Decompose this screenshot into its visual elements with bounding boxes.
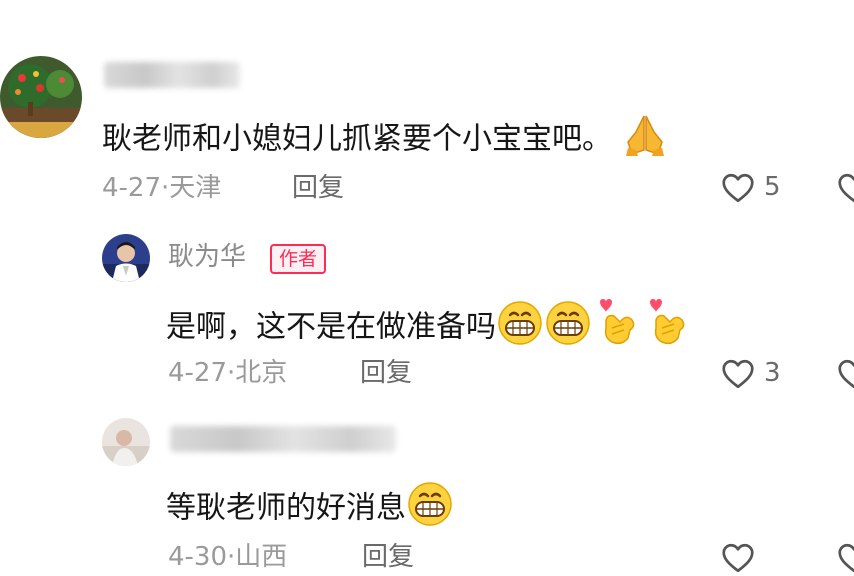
grinning-face-emoji (406, 480, 454, 538)
replier-avatar[interactable] (102, 418, 150, 466)
comment-text: 耿老师和小媳妇儿抓紧要个小宝宝吧。 (102, 112, 668, 168)
heart-outline-icon (722, 359, 754, 389)
author-name[interactable]: 耿为华 (168, 242, 246, 272)
reply-meta: 4-27·北京 (168, 358, 288, 388)
reply-date: 4-27 (168, 358, 228, 388)
heart-outline-icon-partial[interactable] (836, 356, 854, 392)
like-button[interactable] (720, 538, 790, 576)
comment-meta: 4-27·天津 (102, 173, 222, 203)
commenter-avatar[interactable] (0, 56, 82, 138)
grinning-face-emoji (544, 299, 592, 357)
comment-location: 天津 (169, 173, 222, 203)
reply-date: 4-30 (168, 542, 228, 572)
commenter-name-redacted (104, 62, 240, 88)
replier-name-redacted (170, 426, 396, 452)
like-count: 5 (764, 172, 781, 202)
reply-location: 北京 (235, 358, 288, 388)
reply-text-content: 是啊，这不是在做准备吗 (166, 309, 496, 345)
heart-outline-icon-partial[interactable] (836, 540, 854, 576)
reply-button[interactable]: 回复 (362, 542, 414, 572)
reply-meta: 4-30·山西 (168, 542, 288, 572)
comment-date: 4-27 (102, 173, 162, 203)
reply-location: 山西 (235, 542, 288, 572)
author-avatar[interactable] (102, 234, 150, 282)
like-button[interactable]: 5 (720, 168, 790, 208)
like-count: 3 (764, 358, 781, 388)
comment-text-content: 耿老师和小媳妇儿抓紧要个小宝宝吧。 (102, 121, 612, 157)
heart-outline-icon (722, 543, 754, 573)
author-badge: 作者 (270, 244, 327, 274)
heart-outline-icon (722, 173, 754, 203)
finger-heart-emoji (648, 298, 692, 358)
finger-heart-emoji (598, 298, 642, 358)
heart-outline-icon-partial[interactable] (836, 170, 854, 206)
reply-text: 是啊，这不是在做准备吗 (166, 298, 692, 358)
reply-button[interactable]: 回复 (292, 173, 344, 203)
folded-hands-emoji (622, 112, 668, 168)
reply-text: 等耿老师的好消息 (166, 480, 454, 538)
reply-text-content: 等耿老师的好消息 (166, 490, 406, 526)
reply-button[interactable]: 回复 (360, 358, 412, 388)
like-button[interactable]: 3 (720, 354, 790, 394)
grinning-face-emoji (496, 299, 544, 357)
